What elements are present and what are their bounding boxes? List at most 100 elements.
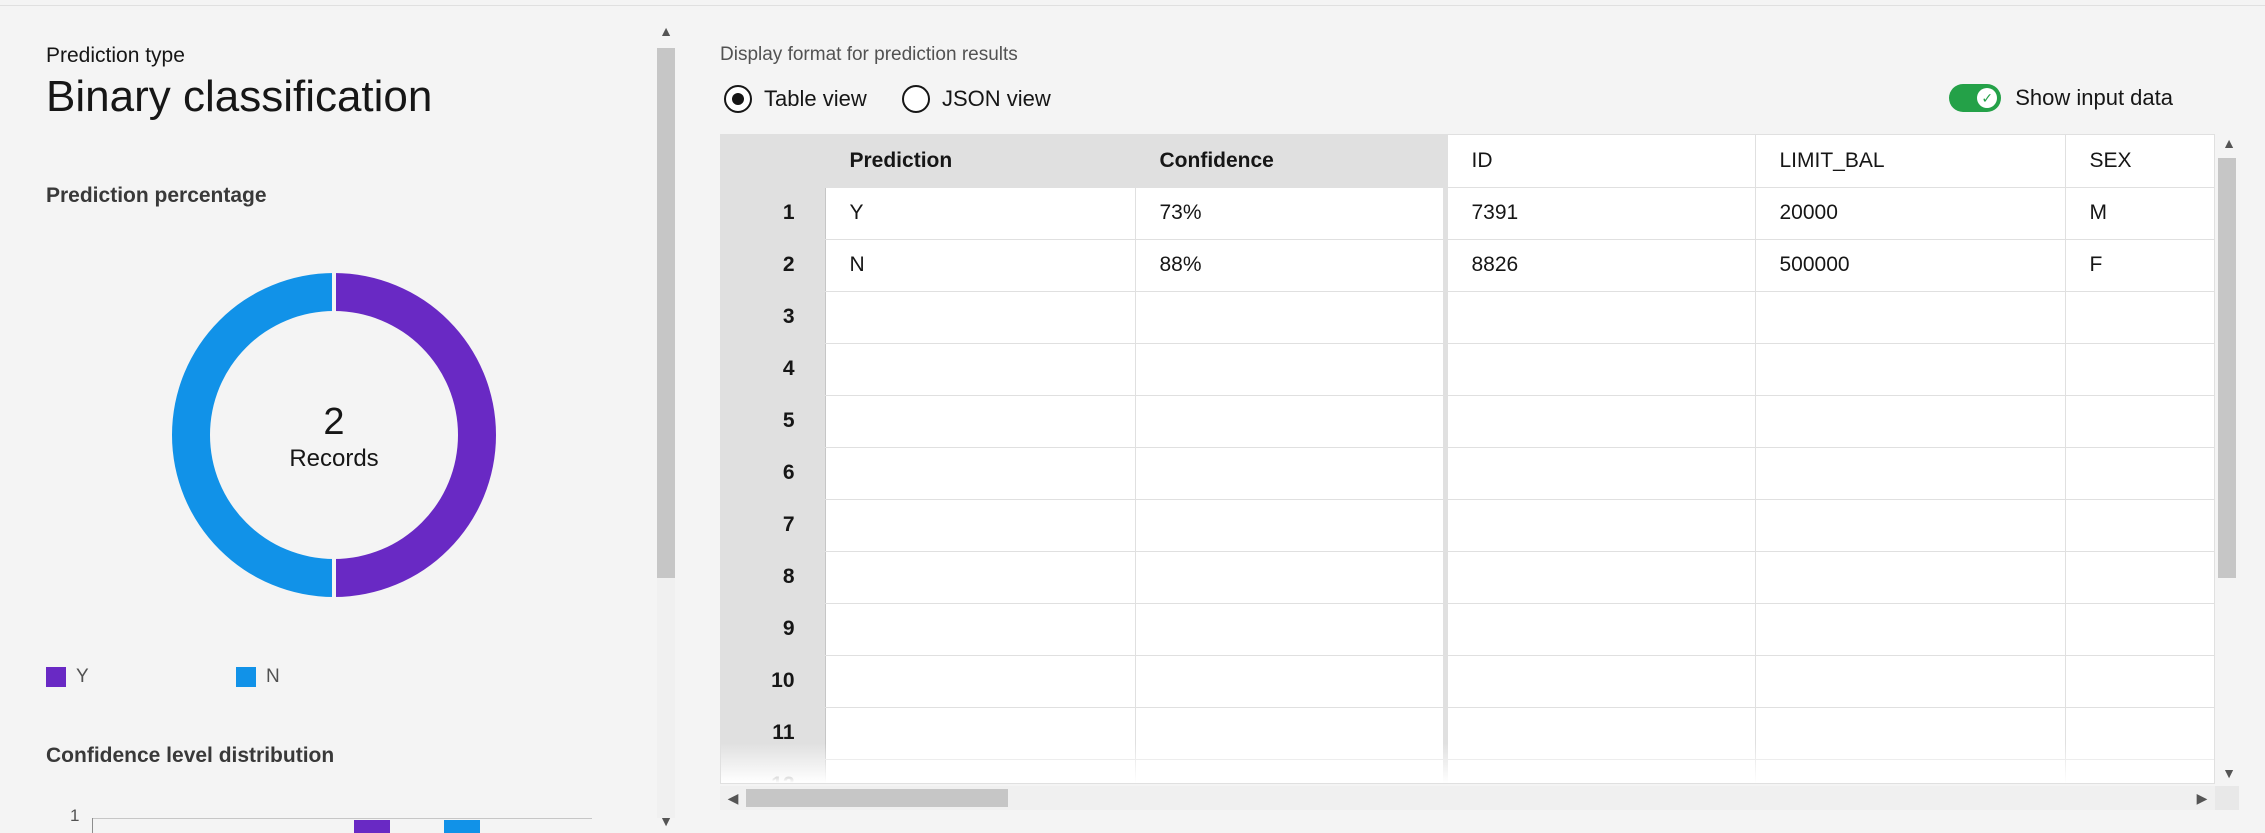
- cell-confidence[interactable]: [1135, 603, 1446, 656]
- table-row[interactable]: 1 Y 73% 7391 20000 M: [721, 187, 2214, 240]
- cell-limit-bal[interactable]: 500000: [1755, 239, 2066, 292]
- legend-item-y[interactable]: Y: [46, 666, 89, 688]
- cell-limit-bal[interactable]: [1755, 603, 2066, 656]
- table-row[interactable]: 6: [721, 447, 2214, 500]
- confidence-bar-y[interactable]: [354, 820, 390, 833]
- cell-confidence[interactable]: [1135, 291, 1446, 344]
- json-view-radio[interactable]: JSON view: [902, 85, 1051, 113]
- cell-id[interactable]: 8826: [1442, 239, 1756, 292]
- radio-checked-icon[interactable]: [724, 85, 752, 113]
- cell-prediction[interactable]: [825, 655, 1136, 708]
- legend-label-n: N: [266, 666, 280, 687]
- table-row[interactable]: 10: [721, 655, 2214, 708]
- cell-id[interactable]: [1442, 447, 1756, 500]
- cell-prediction[interactable]: [825, 291, 1136, 344]
- legend-label-y: Y: [76, 666, 89, 687]
- cell-prediction[interactable]: [825, 447, 1136, 500]
- cell-prediction[interactable]: [825, 499, 1136, 552]
- cell-sex[interactable]: [2065, 395, 2214, 448]
- cell-confidence[interactable]: [1135, 447, 1446, 500]
- cell-prediction[interactable]: [825, 343, 1136, 396]
- cell-confidence[interactable]: [1135, 499, 1446, 552]
- toggle-switch[interactable]: ✓: [1949, 84, 2002, 112]
- cell-confidence[interactable]: 88%: [1135, 239, 1446, 292]
- cell-id[interactable]: [1442, 603, 1756, 656]
- cell-sex[interactable]: [2065, 499, 2214, 552]
- cell-limit-bal[interactable]: [1755, 291, 2066, 344]
- cell-confidence[interactable]: [1135, 343, 1446, 396]
- cell-sex[interactable]: [2065, 291, 2214, 344]
- confidence-bar-n[interactable]: [444, 820, 480, 833]
- cell-confidence[interactable]: 73%: [1135, 187, 1446, 240]
- prediction-results-table: Prediction Confidence ID LIMIT_BAL SEX 1…: [720, 134, 2215, 784]
- column-header-prediction[interactable]: Prediction: [825, 135, 1136, 188]
- scroll-up-icon[interactable]: ▲: [655, 22, 677, 40]
- scroll-thumb[interactable]: [746, 789, 1008, 807]
- show-input-data-label: Show input data: [2015, 85, 2173, 110]
- cell-id[interactable]: [1442, 395, 1756, 448]
- row-number: 8: [721, 551, 826, 604]
- cell-sex[interactable]: F: [2065, 239, 2214, 292]
- cell-limit-bal[interactable]: [1755, 395, 2066, 448]
- cell-sex[interactable]: [2065, 551, 2214, 604]
- table-row[interactable]: 5: [721, 395, 2214, 448]
- cell-limit-bal[interactable]: 20000: [1755, 187, 2066, 240]
- table-view-label: Table view: [764, 86, 867, 111]
- json-view-label: JSON view: [942, 86, 1051, 111]
- column-header-sex[interactable]: SEX: [2065, 135, 2214, 188]
- cell-id[interactable]: [1442, 343, 1756, 396]
- cell-sex[interactable]: [2065, 655, 2214, 708]
- cell-limit-bal[interactable]: [1755, 343, 2066, 396]
- cell-confidence[interactable]: [1135, 551, 1446, 604]
- cell-limit-bal[interactable]: [1755, 551, 2066, 604]
- radio-unchecked-icon[interactable]: [902, 85, 930, 113]
- cell-sex[interactable]: [2065, 603, 2214, 656]
- cell-limit-bal[interactable]: [1755, 655, 2066, 708]
- table-horizontal-scrollbar[interactable]: ◀ ▶: [720, 786, 2215, 810]
- column-header-confidence[interactable]: Confidence: [1135, 135, 1446, 188]
- cell-prediction[interactable]: [825, 603, 1136, 656]
- cell-limit-bal[interactable]: [1755, 447, 2066, 500]
- legend-item-n[interactable]: N: [236, 666, 280, 688]
- cell-prediction[interactable]: N: [825, 239, 1136, 292]
- left-panel-scrollbar[interactable]: ▲ ▼: [655, 22, 677, 830]
- cell-id[interactable]: [1442, 551, 1756, 604]
- scroll-left-icon[interactable]: ◀: [724, 786, 742, 810]
- table-row[interactable]: 9: [721, 603, 2214, 656]
- column-header-limit-bal[interactable]: LIMIT_BAL: [1755, 135, 2066, 188]
- scroll-down-icon[interactable]: ▼: [2218, 764, 2240, 782]
- table-row[interactable]: 8: [721, 551, 2214, 604]
- show-input-data-toggle[interactable]: ✓ Show input data: [1949, 84, 2173, 112]
- row-number: 9: [721, 603, 826, 656]
- row-number: 10: [721, 655, 826, 708]
- scroll-down-icon[interactable]: ▼: [655, 812, 677, 830]
- cell-id[interactable]: [1442, 655, 1756, 708]
- table-row[interactable]: 3: [721, 291, 2214, 344]
- cell-id[interactable]: [1442, 499, 1756, 552]
- table-row[interactable]: 4: [721, 343, 2214, 396]
- legend-swatch-n: [236, 667, 256, 687]
- row-number: 7: [721, 499, 826, 552]
- cell-confidence[interactable]: [1135, 655, 1446, 708]
- scroll-right-icon[interactable]: ▶: [2193, 786, 2211, 810]
- table-row[interactable]: 7: [721, 499, 2214, 552]
- cell-prediction[interactable]: Y: [825, 187, 1136, 240]
- cell-id[interactable]: 7391: [1442, 187, 1756, 240]
- cell-confidence[interactable]: [1135, 395, 1446, 448]
- cell-sex[interactable]: [2065, 447, 2214, 500]
- prediction-results-panel: Display format for prediction results Ta…: [700, 0, 2265, 833]
- cell-prediction[interactable]: [825, 395, 1136, 448]
- scroll-thumb[interactable]: [2218, 158, 2236, 578]
- column-header-id[interactable]: ID: [1442, 135, 1756, 188]
- scroll-up-icon[interactable]: ▲: [2218, 134, 2240, 152]
- table-row[interactable]: 2 N 88% 8826 500000 F: [721, 239, 2214, 292]
- table-vertical-scrollbar[interactable]: ▲ ▼: [2215, 134, 2239, 784]
- cell-limit-bal[interactable]: [1755, 499, 2066, 552]
- cell-sex[interactable]: [2065, 343, 2214, 396]
- scroll-thumb[interactable]: [657, 48, 675, 578]
- cell-sex[interactable]: M: [2065, 187, 2214, 240]
- cell-id[interactable]: [1442, 291, 1756, 344]
- table-fade-overlay: [721, 743, 2214, 783]
- cell-prediction[interactable]: [825, 551, 1136, 604]
- table-view-radio[interactable]: Table view: [724, 85, 867, 113]
